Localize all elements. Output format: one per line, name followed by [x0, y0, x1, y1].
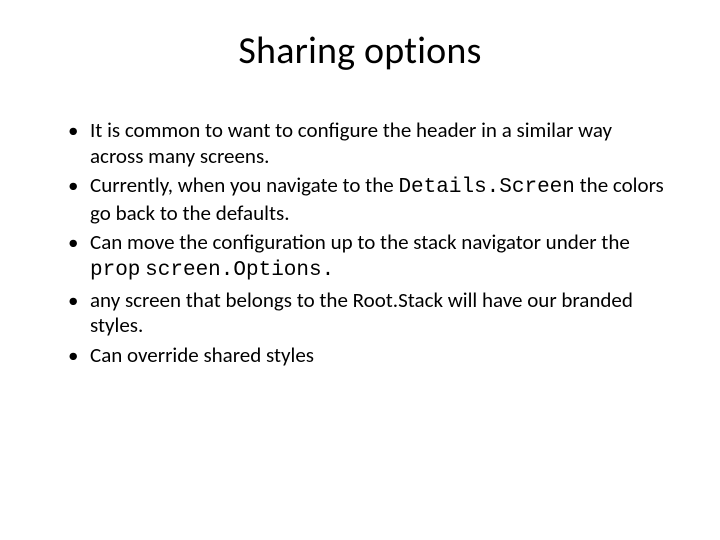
- list-item: any screen that belongs to the Root.Stac…: [68, 288, 668, 339]
- list-item: It is common to want to configure the he…: [68, 118, 668, 169]
- inline-code: Details.Screen: [398, 176, 574, 199]
- slide: Sharing options It is common to want to …: [0, 0, 720, 540]
- bullet-text: Can move the configuration up to the sta…: [90, 229, 630, 255]
- bullet-text: It is common to want to configure the he…: [90, 117, 612, 169]
- bullet-list: It is common to want to configure the he…: [52, 118, 668, 368]
- inline-code: screen.Options.: [145, 259, 334, 282]
- list-item: Can override shared styles: [68, 343, 668, 369]
- slide-title: Sharing options: [52, 28, 668, 74]
- list-item: Can move the configuration up to the sta…: [68, 230, 668, 283]
- list-item: Currently, when you navigate to the Deta…: [68, 173, 668, 226]
- bullet-text: any screen that belongs to the Root.Stac…: [90, 287, 633, 339]
- inline-code: prop: [90, 259, 140, 282]
- bullet-text: Can override shared styles: [90, 342, 314, 368]
- bullet-text: Currently, when you navigate to the: [90, 172, 398, 198]
